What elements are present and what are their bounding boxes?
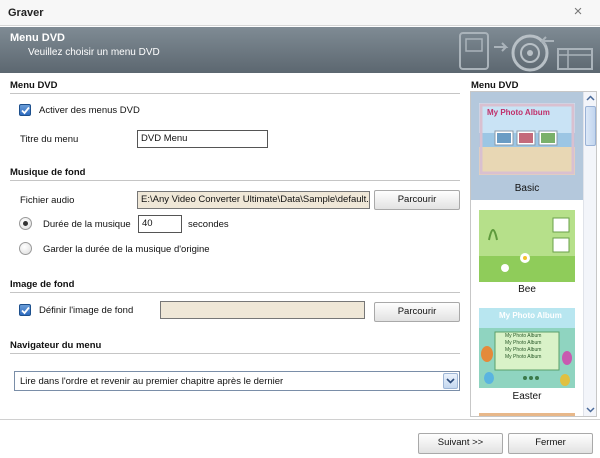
close-icon[interactable]: × xyxy=(570,3,586,21)
menu-template-list[interactable]: My Photo Album Basic Bee My Photo Album … xyxy=(470,91,597,417)
keep-original-duration-radio[interactable] xyxy=(19,242,32,255)
menu-template-easter-label: Easter xyxy=(512,391,542,402)
menu-title-label: Titre du menu xyxy=(20,134,79,145)
define-background-checkbox[interactable] xyxy=(19,304,31,316)
window-title: Graver xyxy=(8,7,44,19)
basic-thumbnail-caption: My Photo Album xyxy=(487,108,550,117)
menu-template-basic[interactable]: My Photo Album Basic xyxy=(471,92,583,200)
navigator-selected-value: Lire dans l'ordre et revenir au premier … xyxy=(20,376,284,387)
music-duration-input[interactable]: 40 xyxy=(138,215,182,233)
easter-thumbnail-entry: My Photo Album xyxy=(505,340,542,346)
footer-separator xyxy=(0,419,600,420)
dvd-decoration-icon xyxy=(459,32,593,72)
music-duration-label: Durée de la musique xyxy=(43,219,131,230)
music-duration-unit: secondes xyxy=(188,219,229,230)
separator xyxy=(10,93,460,94)
checkmark-icon xyxy=(21,106,30,115)
separator xyxy=(10,292,460,293)
audio-browse-button[interactable]: Parcourir xyxy=(374,190,460,210)
menu-template-bee-label: Bee xyxy=(518,284,536,295)
next-button[interactable]: Suivant >> xyxy=(418,433,503,454)
header-title: Menu DVD xyxy=(10,32,65,44)
audio-file-label: Fichier audio xyxy=(20,195,75,206)
menu-list-scrollbar[interactable] xyxy=(583,92,596,416)
scrollbar-thumb[interactable] xyxy=(585,106,596,146)
section-title-menu-dvd: Menu DVD xyxy=(10,80,58,91)
separator xyxy=(10,180,460,181)
section-title-navigator: Navigateur du menu xyxy=(10,340,102,351)
define-background-label: Définir l'image de fond xyxy=(39,305,134,316)
close-button[interactable]: Fermer xyxy=(508,433,593,454)
music-duration-radio[interactable] xyxy=(19,217,32,230)
easter-thumbnail-entry: My Photo Album xyxy=(505,347,542,353)
navigator-dropdown[interactable]: Lire dans l'ordre et revenir au premier … xyxy=(14,371,460,391)
scroll-up-icon[interactable] xyxy=(584,92,596,105)
easter-thumbnail-caption: My Photo Album xyxy=(499,311,562,320)
enable-dvd-menu-checkbox[interactable] xyxy=(19,104,31,116)
header-banner: Menu DVD Veuillez choisir un menu DVD xyxy=(0,27,600,73)
easter-thumbnail-entry: My Photo Album xyxy=(505,333,542,339)
chevron-down-icon[interactable] xyxy=(443,373,458,389)
audio-file-input[interactable]: E:\Any Video Converter Ultimate\Data\Sam… xyxy=(137,191,370,209)
menu-title-input[interactable]: DVD Menu xyxy=(137,130,268,148)
easter-thumbnail-entry: My Photo Album xyxy=(505,354,542,360)
menu-template-easter[interactable]: My Photo Album My Photo Album My Photo A… xyxy=(471,302,583,412)
section-title-music: Musique de fond xyxy=(10,167,86,178)
checkmark-icon xyxy=(21,306,30,315)
menu-template-basic-label: Basic xyxy=(514,183,540,194)
background-browse-button[interactable]: Parcourir xyxy=(374,302,460,322)
scroll-down-icon[interactable] xyxy=(584,403,596,416)
enable-dvd-menu-label: Activer des menus DVD xyxy=(39,105,140,116)
menu-list-title: Menu DVD xyxy=(471,80,519,91)
separator xyxy=(10,353,460,354)
menu-template-bee[interactable]: Bee xyxy=(471,200,583,302)
bee-thumbnail xyxy=(479,210,575,282)
background-image-path-input[interactable] xyxy=(160,301,365,319)
next-template-preview xyxy=(479,413,575,416)
header-subtitle: Veuillez choisir un menu DVD xyxy=(28,47,160,58)
section-title-background-image: Image de fond xyxy=(10,279,75,290)
keep-original-duration-label: Garder la durée de la musique d'origine xyxy=(43,244,210,255)
window-titlebar: Graver × xyxy=(0,0,600,26)
